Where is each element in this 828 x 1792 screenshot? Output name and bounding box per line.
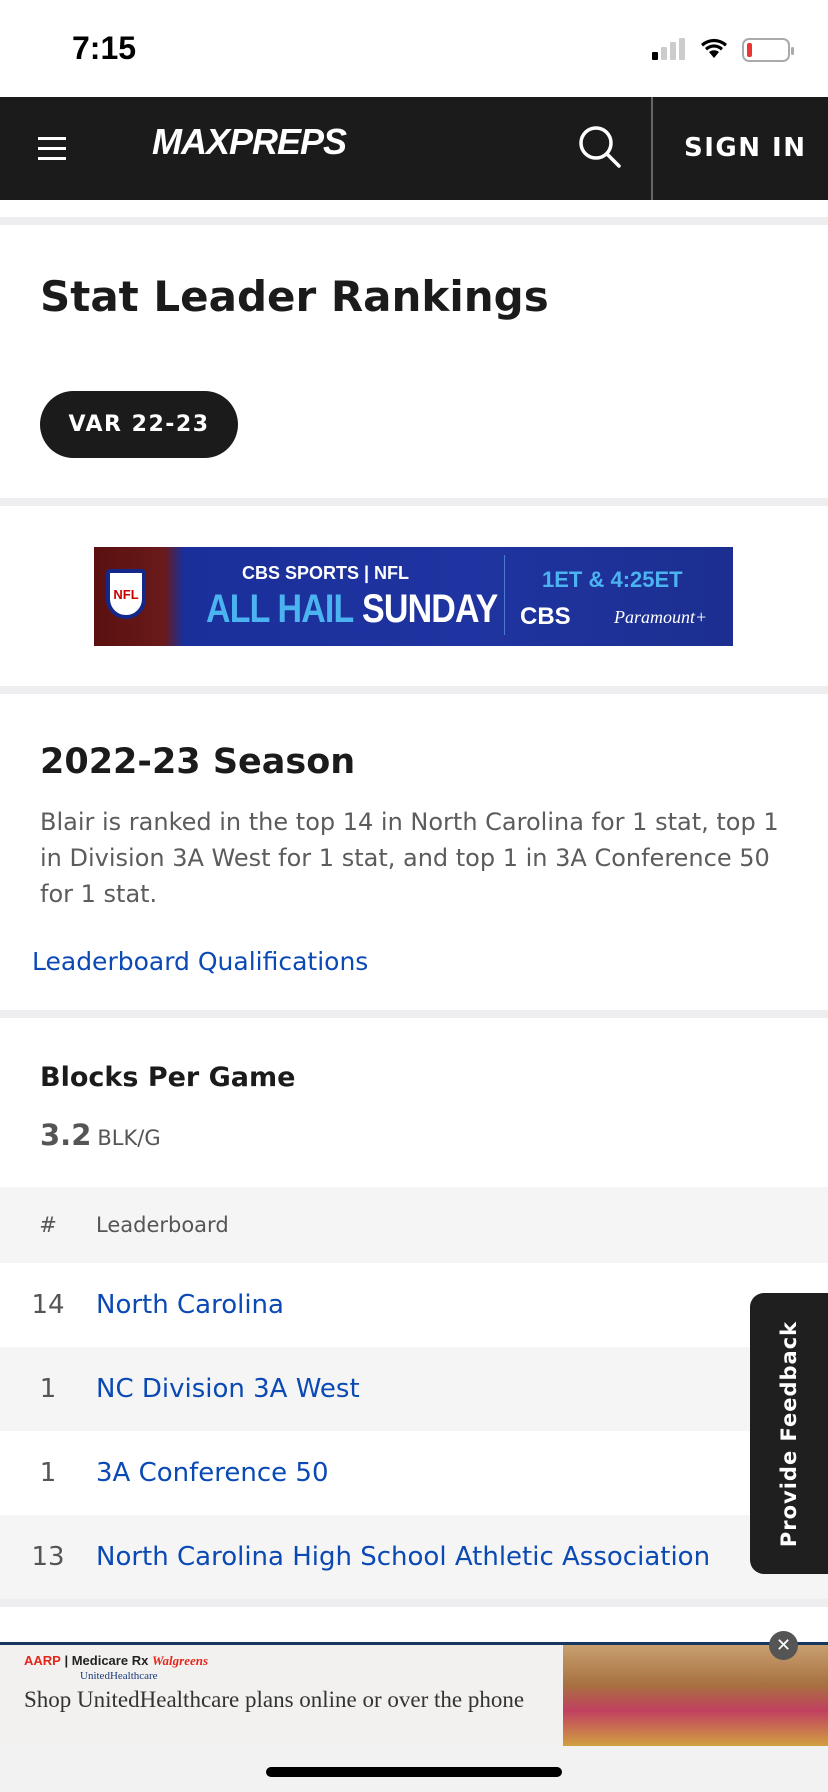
section-divider: [0, 686, 828, 694]
ad-copy: Shop UnitedHealthcare plans online or ov…: [24, 1687, 525, 1712]
table-row: 1 NC Division 3A West: [0, 1347, 828, 1431]
cbs-nfl-ad-banner[interactable]: NFL CBS SPORTS | NFL ALL HAIL SUNDAY 1ET…: [94, 547, 733, 646]
rank: 14: [31, 1290, 65, 1320]
ad-line: CBS SPORTS | NFL: [242, 563, 410, 583]
stat-name: Blocks Per Game: [40, 1062, 296, 1093]
leaderboard-link[interactable]: North Carolina: [96, 1290, 284, 1320]
stat-value: 3.2 BLK/G: [40, 1118, 161, 1152]
rank-column-header: #: [39, 1213, 57, 1237]
top-nav: MAXPREPS SIGN IN: [0, 97, 828, 200]
cellular-signal-icon: [652, 38, 685, 60]
unitedhealthcare-ad[interactable]: AARP | Medicare Rx Walgreens UnitedHealt…: [0, 1642, 828, 1746]
table-header: # Leaderboard: [0, 1187, 828, 1263]
ad-image: [563, 1645, 828, 1746]
rank: 13: [31, 1542, 65, 1572]
provide-feedback-button[interactable]: Provide Feedback: [750, 1293, 828, 1574]
ad-brand: AARP | Medicare Rx Walgreens: [24, 1653, 209, 1668]
search-icon[interactable]: [578, 125, 621, 168]
leaderboard-link[interactable]: North Carolina High School Athletic Asso…: [96, 1542, 710, 1572]
wifi-icon: [700, 36, 728, 65]
ad-divider: [504, 555, 505, 635]
table-row: 14 North Carolina: [0, 1263, 828, 1347]
section-divider: [0, 1010, 828, 1018]
leaderboard-table: # Leaderboard 14 North Carolina 1 NC Divis…: [0, 1187, 828, 1599]
sign-in-button[interactable]: SIGN IN: [684, 133, 807, 163]
battery-low-icon: [742, 38, 794, 62]
maxpreps-logo[interactable]: MAXPREPS: [152, 121, 347, 163]
ad-times: 1ET & 4:25ET: [542, 567, 683, 592]
table-row: 13 North Carolina High School Athletic As…: [0, 1515, 828, 1599]
rank: 1: [39, 1374, 57, 1404]
status-time: 7:15: [72, 30, 137, 66]
rank: 1: [39, 1458, 57, 1488]
home-indicator[interactable]: [266, 1767, 562, 1777]
ad-headline: ALL HAIL SUNDAY: [206, 587, 498, 631]
section-divider: [0, 217, 828, 225]
leaderboard-link[interactable]: 3A Conference 50: [96, 1458, 329, 1488]
page-title: Stat Leader Rankings: [40, 272, 549, 321]
leaderboard-qualifications-link[interactable]: Leaderboard Qualifications: [32, 947, 368, 976]
feedback-label: Provide Feedback: [777, 1320, 801, 1547]
season-filter-button[interactable]: VAR 22-23: [40, 391, 238, 458]
section-divider: [0, 1599, 828, 1607]
paramount-logo: Paramount+: [614, 607, 708, 627]
leaderboard-link[interactable]: NC Division 3A West: [96, 1374, 360, 1404]
status-bar: 7:15: [0, 0, 828, 97]
season-heading: 2022-23 Season: [40, 742, 356, 782]
table-row: 1 3A Conference 50: [0, 1431, 828, 1515]
close-ad-button[interactable]: ✕: [769, 1631, 798, 1660]
section-divider: [0, 498, 828, 506]
leaderboard-column-header: Leaderboard: [96, 1213, 229, 1237]
nfl-logo: NFL: [106, 569, 146, 619]
hamburger-menu-icon[interactable]: [38, 137, 66, 167]
uhc-logo: UnitedHealthcare: [80, 1670, 158, 1682]
cbs-logo: CBS: [520, 603, 571, 630]
header-divider: [651, 97, 653, 200]
season-description: Blair is ranked in the top 14 in North C…: [40, 808, 779, 908]
